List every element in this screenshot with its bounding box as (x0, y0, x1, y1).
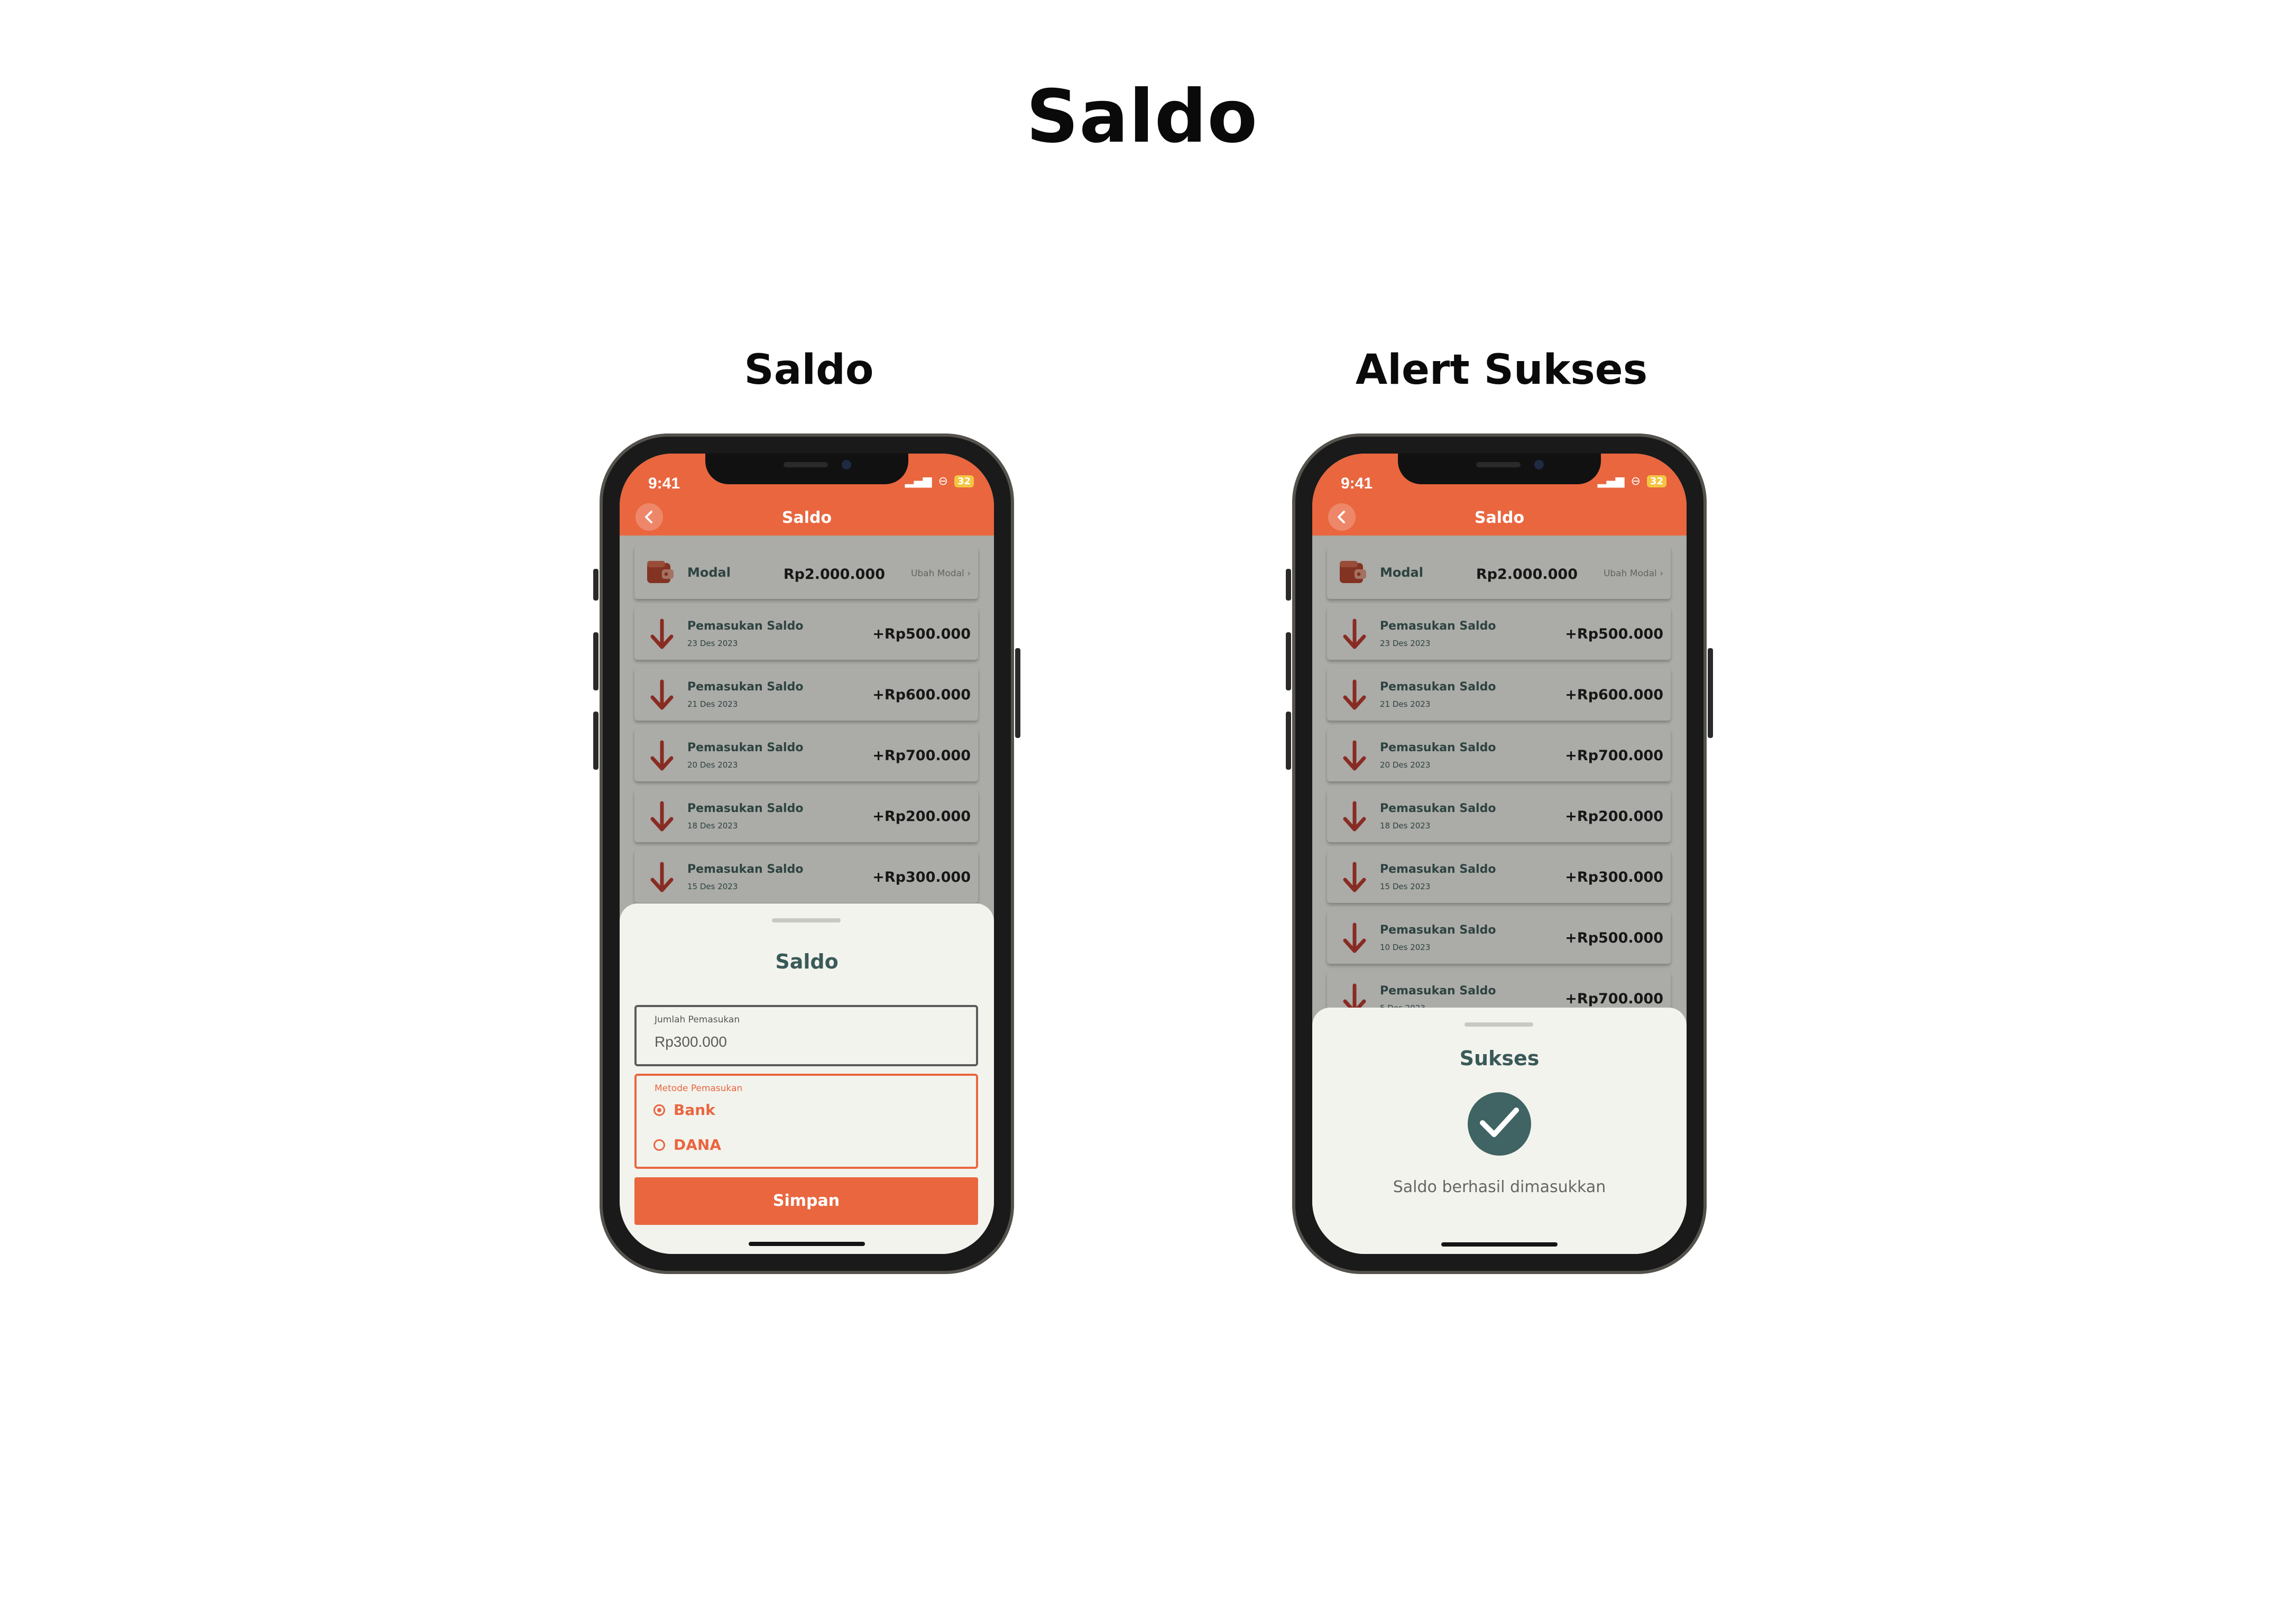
success-sheet: Sukses Saldo berhasil dimasukkan (1312, 1008, 1687, 1254)
amount-caption: Jumlah Pemasukan (655, 1014, 740, 1025)
radio-icon (653, 1104, 665, 1116)
method-field: Metode Pemasukan Bank DANA (634, 1074, 978, 1169)
sheet-grabber[interactable] (1465, 1022, 1533, 1027)
signal-icon: ▂▄▆ (905, 475, 932, 488)
radio-icon (653, 1139, 665, 1151)
saldo-form-sheet: Saldo Jumlah Pemasukan Rp300.000 Metode … (620, 903, 994, 1254)
header-title: Saldo (781, 509, 832, 527)
mockup-title-saldo: Saldo (744, 346, 874, 394)
status-icons: ▂▄▆ ⊖ 32 (1598, 475, 1666, 488)
home-indicator (1441, 1242, 1558, 1247)
link-icon: ⊖ (938, 475, 948, 488)
battery-icon: 32 (1646, 475, 1666, 487)
header-title: Saldo (1474, 509, 1525, 527)
amount-field[interactable]: Jumlah Pemasukan Rp300.000 (634, 1005, 978, 1066)
phone-frame-saldo: 9:41 ▂▄▆ ⊖ 32 Saldo Modal Rp2.000.000 Ub… (593, 433, 1020, 1274)
amount-input[interactable]: Rp300.000 (655, 1034, 727, 1050)
check-circle-icon (1468, 1092, 1531, 1156)
page-title: Saldo (1026, 74, 1258, 159)
notch (705, 454, 908, 484)
radio-label: DANA (674, 1136, 722, 1154)
sheet-grabber[interactable] (772, 918, 841, 922)
mockup-title-alert: Alert Sukses (1355, 346, 1648, 394)
signal-icon: ▂▄▆ (1597, 475, 1625, 488)
screen-alert: 9:41 ▂▄▆ ⊖ 32 Saldo Modal Rp2.000.000 Ub… (1312, 454, 1687, 1254)
sheet-title: Saldo (775, 950, 839, 973)
notch (1398, 454, 1601, 484)
simpan-button[interactable]: Simpan (634, 1177, 978, 1225)
phone-frame-alert: 9:41 ▂▄▆ ⊖ 32 Saldo Modal Rp2.000.000 Ub… (1286, 433, 1713, 1274)
status-time: 9:41 (648, 475, 680, 492)
radio-option-dana[interactable]: DANA (653, 1136, 721, 1154)
home-indicator (749, 1242, 865, 1246)
success-title: Sukses (1459, 1047, 1540, 1070)
screen-saldo: 9:41 ▂▄▆ ⊖ 32 Saldo Modal Rp2.000.000 Ub… (620, 454, 994, 1254)
battery-icon: 32 (954, 475, 974, 487)
status-icons: ▂▄▆ ⊖ 32 (905, 475, 974, 488)
success-message: Saldo berhasil dimasukkan (1393, 1178, 1606, 1196)
radio-label: Bank (674, 1101, 715, 1119)
method-caption: Metode Pemasukan (655, 1083, 743, 1094)
link-icon: ⊖ (1631, 475, 1641, 488)
radio-option-bank[interactable]: Bank (653, 1101, 715, 1119)
status-time: 9:41 (1341, 475, 1373, 492)
check-icon (1480, 1108, 1519, 1137)
